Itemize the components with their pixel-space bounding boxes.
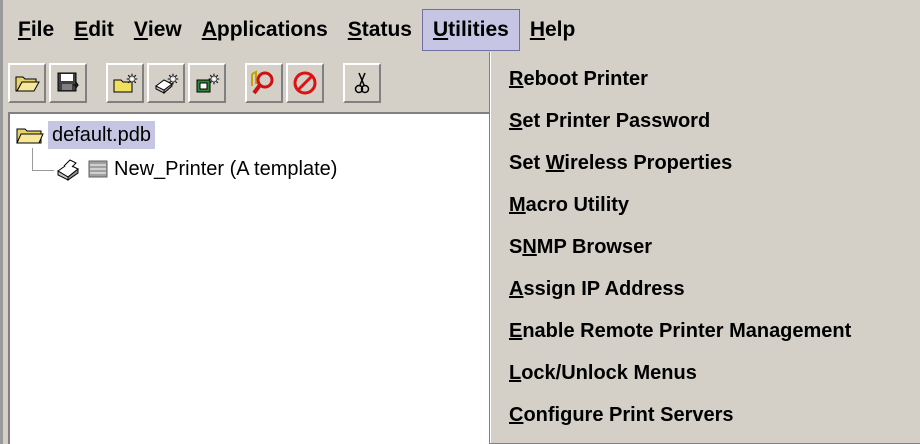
tree-root-label: default.pdb [48, 121, 155, 149]
menu-item-lock-unlock-menus[interactable]: Lock/Unlock Menus [490, 352, 920, 394]
new-folder-icon [113, 73, 138, 93]
new-folder-button[interactable] [106, 63, 144, 103]
menu-item-set-wireless-properties[interactable]: Set Wireless Properties [490, 142, 920, 184]
stop-icon [293, 71, 317, 95]
tree-child-label: New_Printer (A template) [114, 157, 338, 180]
save-button[interactable] [49, 63, 87, 103]
list-icon [88, 160, 108, 178]
new-device-icon [196, 73, 220, 93]
utilities-dropdown: Reboot Printer Set Printer Password Set … [489, 52, 920, 444]
tree-connector [32, 148, 33, 170]
search-icon [251, 70, 274, 95]
menu-item-reboot-printer[interactable]: Reboot Printer [490, 58, 920, 100]
menu-item-snmp-browser[interactable]: SNMP Browser [490, 226, 920, 268]
menu-item-configure-print-servers[interactable]: Configure Print Servers [490, 394, 920, 436]
menu-status[interactable]: Status [338, 8, 422, 52]
search-button[interactable] [245, 63, 283, 103]
menu-item-set-printer-password[interactable]: Set Printer Password [490, 100, 920, 142]
menu-item-macro-utility[interactable]: Macro Utility [490, 184, 920, 226]
menu-file[interactable]: File [8, 8, 64, 52]
printer-icon [57, 159, 79, 181]
menu-help[interactable]: Help [520, 8, 586, 52]
menu-utilities[interactable]: Utilities [421, 9, 520, 51]
menu-applications[interactable]: Applications [192, 8, 338, 52]
tree-connector [32, 170, 54, 171]
window-left-edge [0, 0, 3, 444]
new-printer-button[interactable] [147, 63, 185, 103]
database-tree: default.pdb New_Printer (A template) [8, 112, 490, 444]
new-printer-icon [155, 73, 179, 94]
open-button[interactable] [8, 63, 46, 103]
cut-icon [354, 72, 370, 94]
open-folder-icon [15, 76, 40, 92]
menu-item-enable-remote-printer-management[interactable]: Enable Remote Printer Management [490, 310, 920, 352]
tree-node-printer[interactable]: New_Printer (A template) [56, 154, 337, 184]
save-icon [57, 72, 79, 92]
new-device-button[interactable] [188, 63, 226, 103]
cut-button[interactable] [343, 63, 381, 103]
menu-view[interactable]: View [124, 8, 192, 52]
menu-item-assign-ip-address[interactable]: Assign IP Address [490, 268, 920, 310]
menu-bar: File Edit View Applications Status Utili… [8, 8, 920, 52]
menu-edit[interactable]: Edit [64, 8, 124, 52]
folder-icon [16, 128, 44, 144]
stop-button[interactable] [286, 63, 324, 103]
tree-node-root[interactable]: default.pdb [16, 120, 155, 150]
